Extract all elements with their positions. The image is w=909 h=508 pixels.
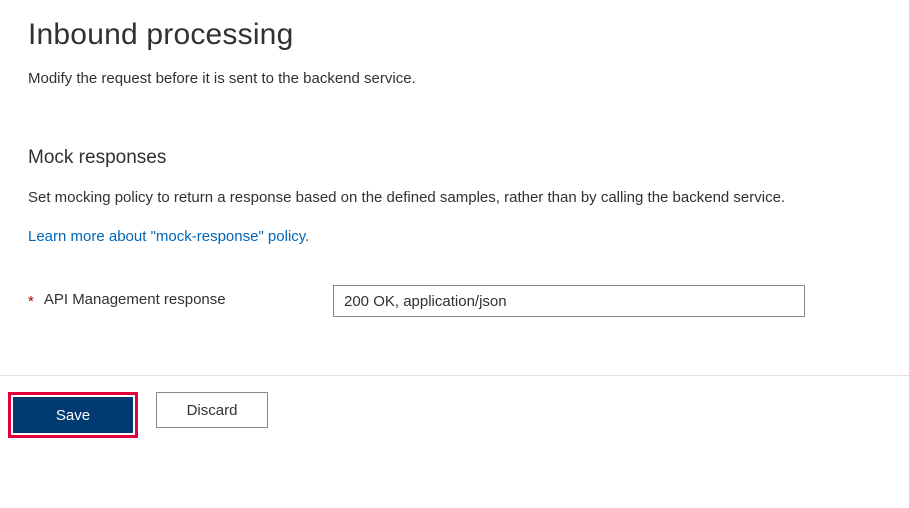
section-title-mock-responses: Mock responses — [28, 147, 881, 169]
section-description: Set mocking policy to return a response … — [28, 189, 881, 206]
learn-more-link[interactable]: Learn more about "mock-response" policy. — [28, 228, 309, 245]
page-title: Inbound processing — [28, 18, 881, 52]
page-subtitle: Modify the request before it is sent to … — [28, 70, 881, 87]
save-button[interactable]: Save — [13, 397, 133, 433]
required-indicator: * — [28, 291, 34, 312]
button-bar: Save Discard — [0, 376, 909, 454]
save-button-highlight: Save — [8, 392, 138, 438]
api-response-selected-value: 200 OK, application/json — [344, 293, 507, 310]
discard-button[interactable]: Discard — [156, 392, 268, 428]
api-response-select[interactable]: 200 OK, application/json — [333, 285, 805, 317]
field-label-api-response: API Management response — [44, 291, 226, 308]
form-row-api-response: * API Management response 200 OK, applic… — [28, 285, 881, 317]
